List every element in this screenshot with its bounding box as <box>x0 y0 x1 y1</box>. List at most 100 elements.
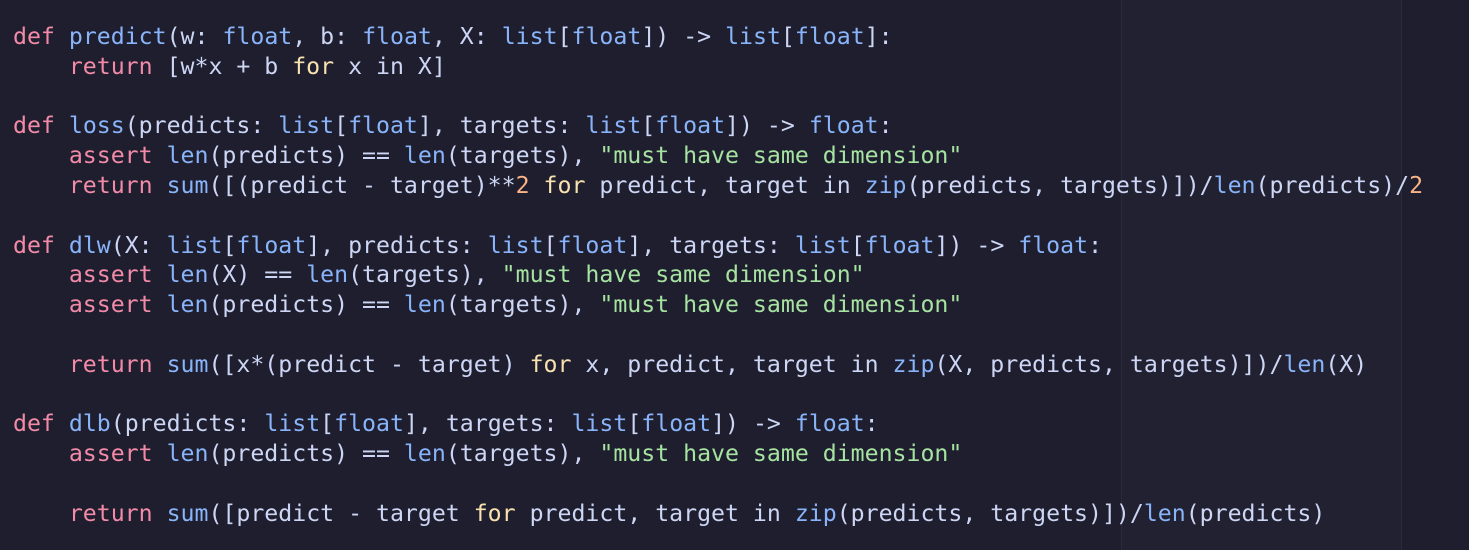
code-token: (predicts)/ <box>1255 171 1410 199</box>
keyword-token: def <box>13 23 55 50</box>
keyword-token: assert <box>68 261 153 289</box>
type-token: float <box>222 23 293 50</box>
builtin-token: len <box>403 291 446 319</box>
code-token: ([(predict - target)** <box>208 171 516 199</box>
code-line[interactable]: return sum([predict - target for predict… <box>13 499 1423 529</box>
code-line[interactable]: def loss(predicts: list[float], targets:… <box>13 111 1423 141</box>
control-keyword-token: for <box>543 171 586 199</box>
keyword-token: def <box>13 410 55 438</box>
string-token: "must have same dimension" <box>599 291 963 319</box>
type-token: list <box>264 410 321 438</box>
code-token: [ <box>557 23 572 50</box>
builtin-token: len <box>306 261 349 289</box>
code-token: (predicts) == <box>208 440 404 468</box>
type-token: list <box>725 23 781 50</box>
code-token: [ <box>334 112 349 140</box>
control-keyword-token: for <box>529 350 572 378</box>
builtin-token: len <box>403 142 446 170</box>
code-token: ], predicts: <box>306 231 488 259</box>
code-line[interactable]: assert len(predicts) == len(targets), "m… <box>13 141 1423 171</box>
builtin-token: sum <box>166 350 209 378</box>
keyword-token: assert <box>68 440 153 468</box>
keyword-token: assert <box>68 142 153 170</box>
code-token: ], targets: <box>403 410 572 438</box>
type-token: list <box>794 231 851 259</box>
type-token: list <box>166 231 223 259</box>
code-token: predict, target in <box>515 499 795 527</box>
code-token: [ <box>627 410 642 438</box>
code-line[interactable]: assert len(predicts) == len(targets), "m… <box>13 290 1423 320</box>
blank-code-line[interactable]: ​ <box>13 82 1423 112</box>
blank-code-line[interactable]: ​ <box>13 380 1423 410</box>
keyword-token: return <box>68 499 153 527</box>
keyword-token: assert <box>68 291 153 319</box>
code-token: ]) -> <box>711 410 795 438</box>
number-token: 2 <box>1409 171 1424 199</box>
code-token: x, predict, target in <box>571 350 893 378</box>
code-token: , b: <box>292 23 363 50</box>
type-token: float <box>236 231 307 259</box>
code-line[interactable]: return sum([(predict - target)**2 for pr… <box>13 171 1423 201</box>
keyword-token: return <box>68 171 153 199</box>
code-token: : <box>878 112 893 140</box>
code-line[interactable]: def predict(w: float, b: float, X: list[… <box>13 22 1423 52</box>
type-token: list <box>278 112 335 140</box>
type-token: list <box>585 112 642 140</box>
code-line[interactable]: assert len(X) == len(targets), "must hav… <box>13 260 1423 290</box>
type-token: list <box>487 231 544 259</box>
builtin-token: len <box>1283 350 1326 378</box>
keyword-token: return <box>68 350 153 378</box>
code-token: ]) -> <box>934 231 1019 259</box>
builtin-token: len <box>166 142 209 170</box>
builtin-token: len <box>166 440 209 468</box>
code-token: ([x*(predict - target) <box>208 350 530 378</box>
type-token: list <box>501 23 558 50</box>
code-token: (targets), <box>445 440 600 468</box>
code-token: [ <box>641 112 656 140</box>
code-text-area[interactable]: def predict(w: float, b: float, X: list[… <box>13 22 1423 529</box>
string-token: "must have same dimension" <box>501 261 865 289</box>
code-line[interactable]: assert len(predicts) == len(targets), "m… <box>13 439 1423 469</box>
code-token: (X: <box>110 231 167 259</box>
code-token: , X: <box>431 23 502 50</box>
builtin-token: zip <box>794 499 837 527</box>
code-token: (predicts) <box>1185 499 1326 527</box>
function-name-token: dlw <box>68 231 111 259</box>
code-line[interactable]: return [w*x + b for x in X] <box>13 52 1423 82</box>
type-token: float <box>655 112 726 140</box>
code-line[interactable]: return sum([x*(predict - target) for x, … <box>13 350 1423 380</box>
blank-code-line[interactable]: ​ <box>13 469 1423 499</box>
code-token: (predicts) == <box>208 142 404 170</box>
type-token: float <box>808 112 879 140</box>
code-token: (X) <box>1325 350 1368 378</box>
builtin-token: len <box>403 440 446 468</box>
blank-code-line[interactable]: ​ <box>13 201 1423 231</box>
code-token: (predicts) == <box>208 291 404 319</box>
code-line[interactable]: def dlb(predicts: list[float], targets: … <box>13 409 1423 439</box>
type-token: float <box>794 410 865 438</box>
type-token: float <box>794 23 865 50</box>
code-token: ], targets: <box>417 112 586 140</box>
builtin-token: sum <box>166 499 209 527</box>
control-keyword-token: for <box>473 499 516 527</box>
keyword-token: def <box>13 231 55 259</box>
blank-code-line[interactable]: ​ <box>13 320 1423 350</box>
code-token: (predicts: <box>124 112 279 140</box>
code-token: ([predict - target <box>208 499 474 527</box>
code-line[interactable]: def dlw(X: list[float], predicts: list[f… <box>13 231 1423 261</box>
code-token: x in X] <box>334 52 446 80</box>
type-token: float <box>334 410 404 438</box>
code-editor[interactable]: def predict(w: float, b: float, X: list[… <box>0 0 1469 550</box>
